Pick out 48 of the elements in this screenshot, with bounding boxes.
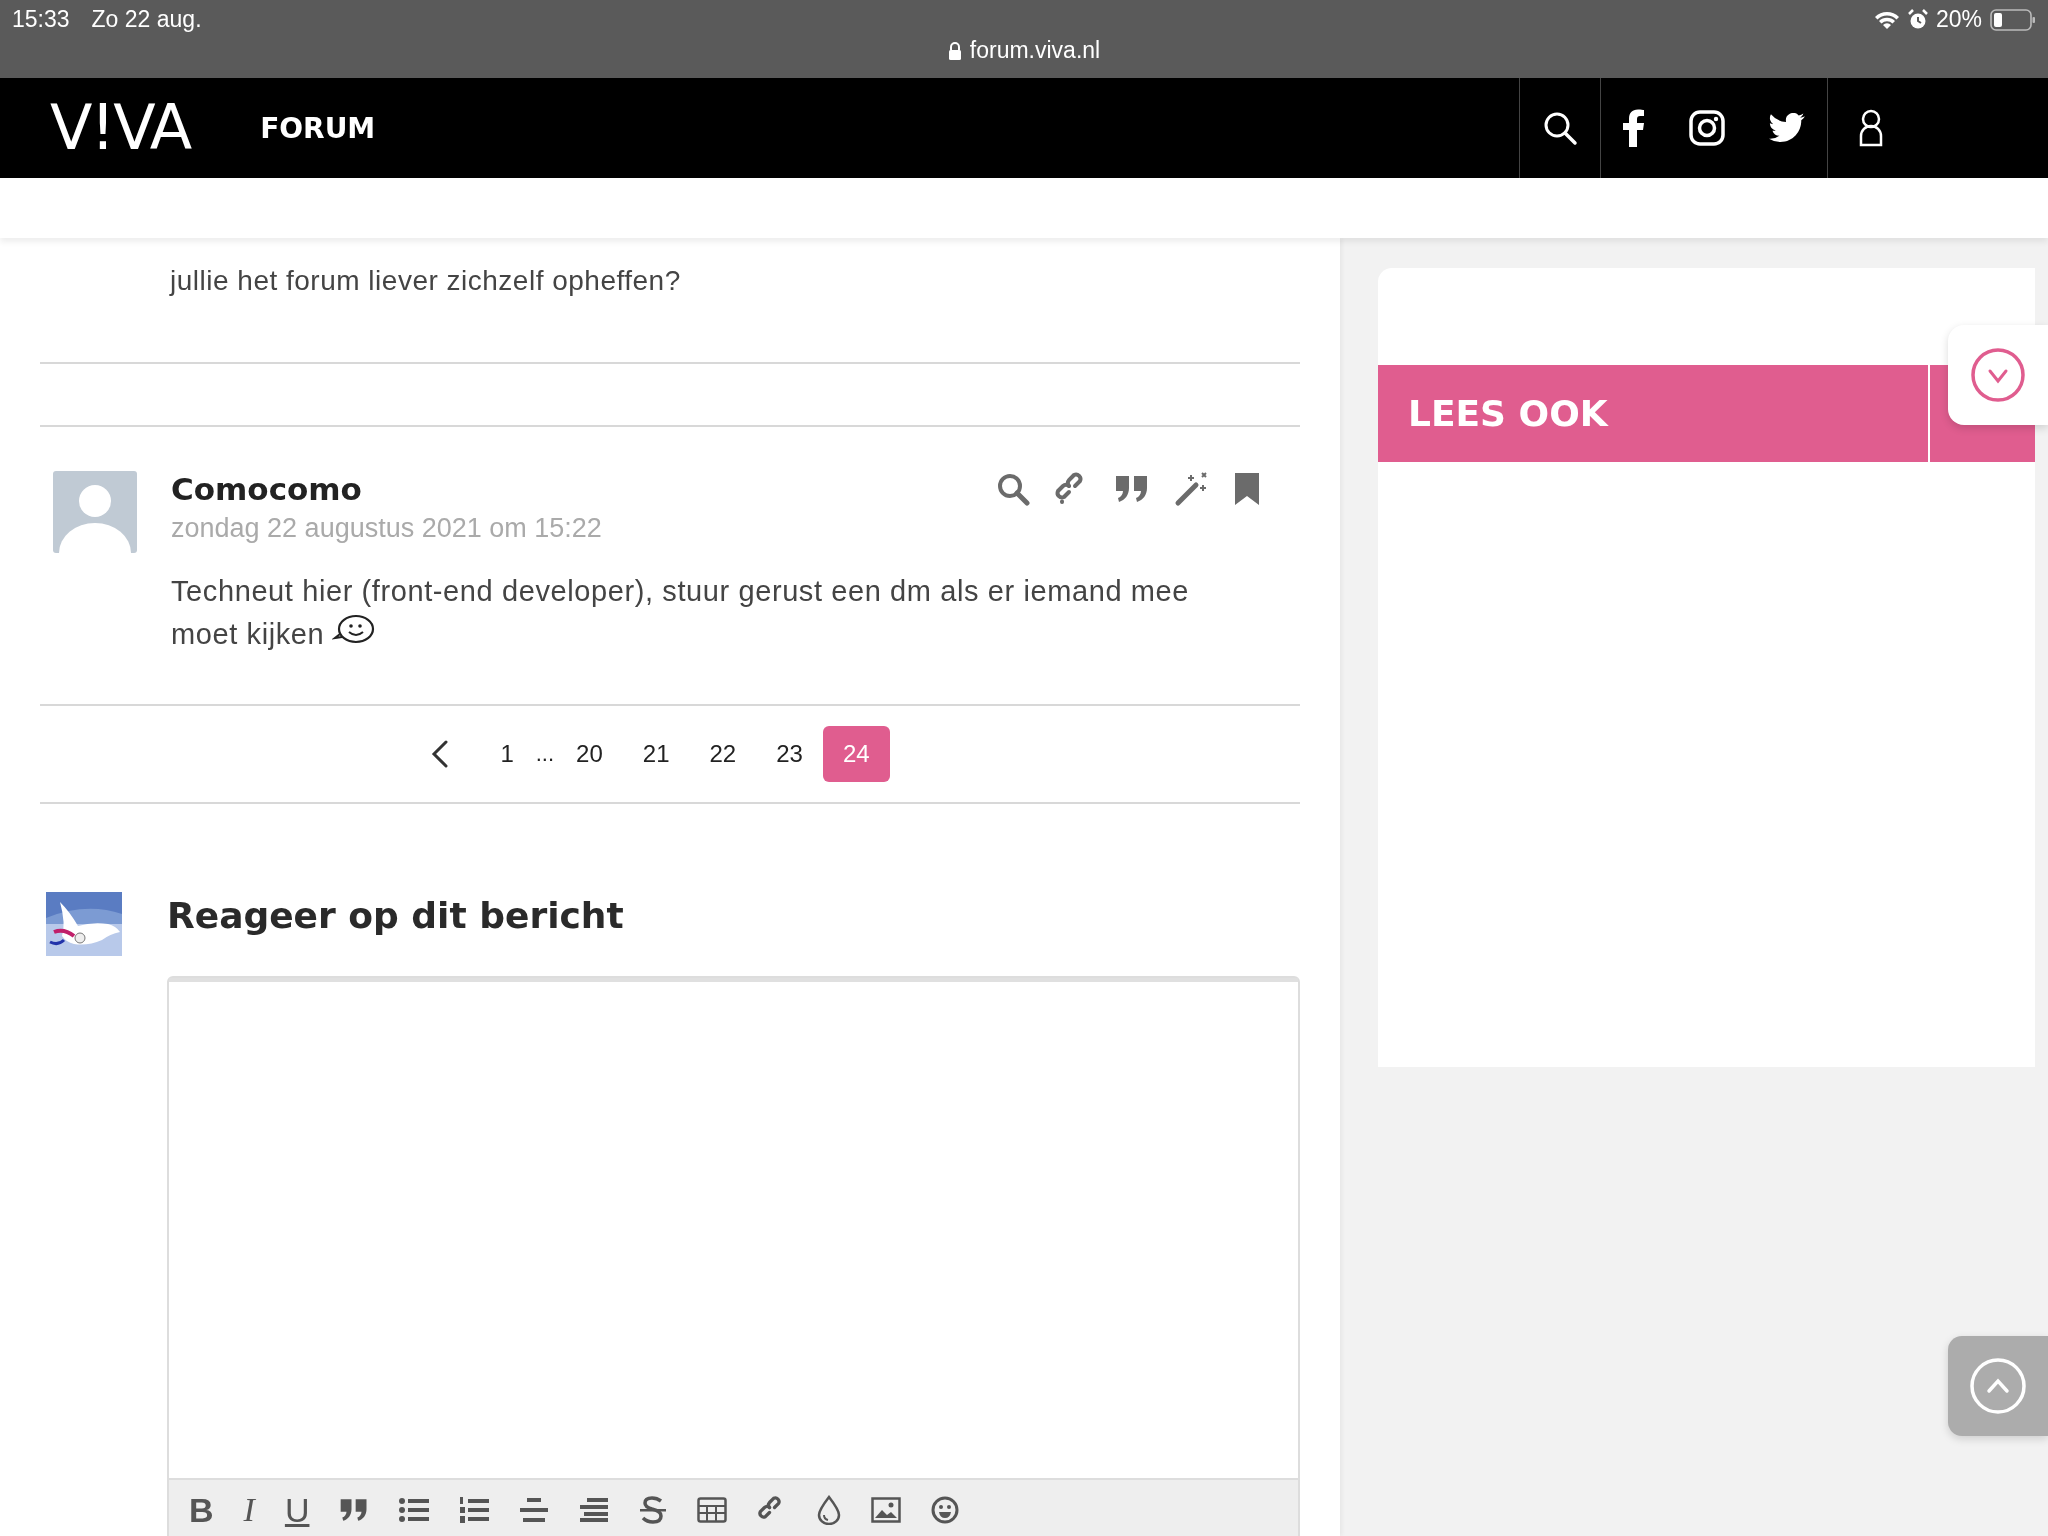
page-ellipsis: ... — [534, 741, 556, 767]
strikethrough-icon[interactable] — [639, 1496, 668, 1524]
smiley-icon[interactable] — [931, 1496, 960, 1524]
image-icon[interactable] — [871, 1497, 902, 1523]
magic-wand-icon[interactable] — [1174, 471, 1210, 507]
viva-logo[interactable]: V!VA — [50, 97, 191, 159]
page-link[interactable]: 23 — [756, 726, 823, 782]
post-text: Techneut hier (front-end developer), stuur gerust een dm als er iemand mee moet kijken — [171, 574, 1191, 652]
page-link[interactable]: 20 — [556, 726, 623, 782]
reply-heading: Reageer op dit bericht — [167, 896, 625, 936]
user-icon[interactable] — [1858, 109, 1884, 147]
format-button[interactable]: U — [284, 1493, 310, 1527]
post-date: zondag 22 augustus 2021 om 15:22 — [171, 513, 602, 544]
align-center-icon[interactable] — [519, 1497, 550, 1523]
search-icon[interactable] — [1542, 110, 1578, 146]
bookmark-icon[interactable] — [1234, 472, 1260, 506]
page-link[interactable]: 21 — [622, 726, 690, 782]
battery-icon — [1990, 8, 2036, 31]
quote-icon[interactable] — [339, 1497, 370, 1523]
quote-icon[interactable] — [1114, 474, 1150, 504]
status-date: Zo 22 aug. — [91, 6, 202, 33]
chevron-down-icon — [1970, 347, 2026, 403]
format-button[interactable]: I — [243, 1493, 255, 1527]
sidebar-heading: LEES OOK — [1408, 393, 1608, 434]
numbered-list-icon[interactable] — [459, 1496, 490, 1524]
format-button[interactable]: B — [189, 1493, 214, 1527]
status-time: 15:33 — [12, 6, 70, 33]
alarm-clock-icon — [1907, 8, 1928, 31]
forum-link[interactable]: FORUM — [260, 111, 376, 145]
table-icon[interactable] — [697, 1497, 728, 1523]
page-link[interactable]: 22 — [689, 726, 757, 782]
bullet-list-icon[interactable] — [399, 1497, 430, 1523]
url-text[interactable]: forum.viva.nl — [969, 37, 1101, 64]
smiley-icon — [332, 614, 377, 646]
chevron-up-icon — [1969, 1357, 2027, 1415]
lock-icon — [947, 41, 962, 60]
drop-icon[interactable] — [817, 1495, 842, 1525]
wifi-icon — [1873, 9, 1900, 30]
post-text: jullie het forum liever zichzelf opheffen? — [170, 264, 682, 298]
collapse-button[interactable] — [1948, 325, 2048, 425]
page-link[interactable]: 1 — [480, 726, 534, 782]
instagram-icon[interactable] — [1689, 110, 1725, 146]
author-name[interactable]: Comocomo — [171, 471, 602, 507]
bird-icon[interactable] — [1769, 113, 1805, 143]
align-right-icon[interactable] — [579, 1497, 610, 1523]
avatar-icon — [53, 471, 137, 553]
battery-percentage: 20% — [1935, 6, 1982, 33]
facebook-icon[interactable] — [1623, 109, 1645, 147]
